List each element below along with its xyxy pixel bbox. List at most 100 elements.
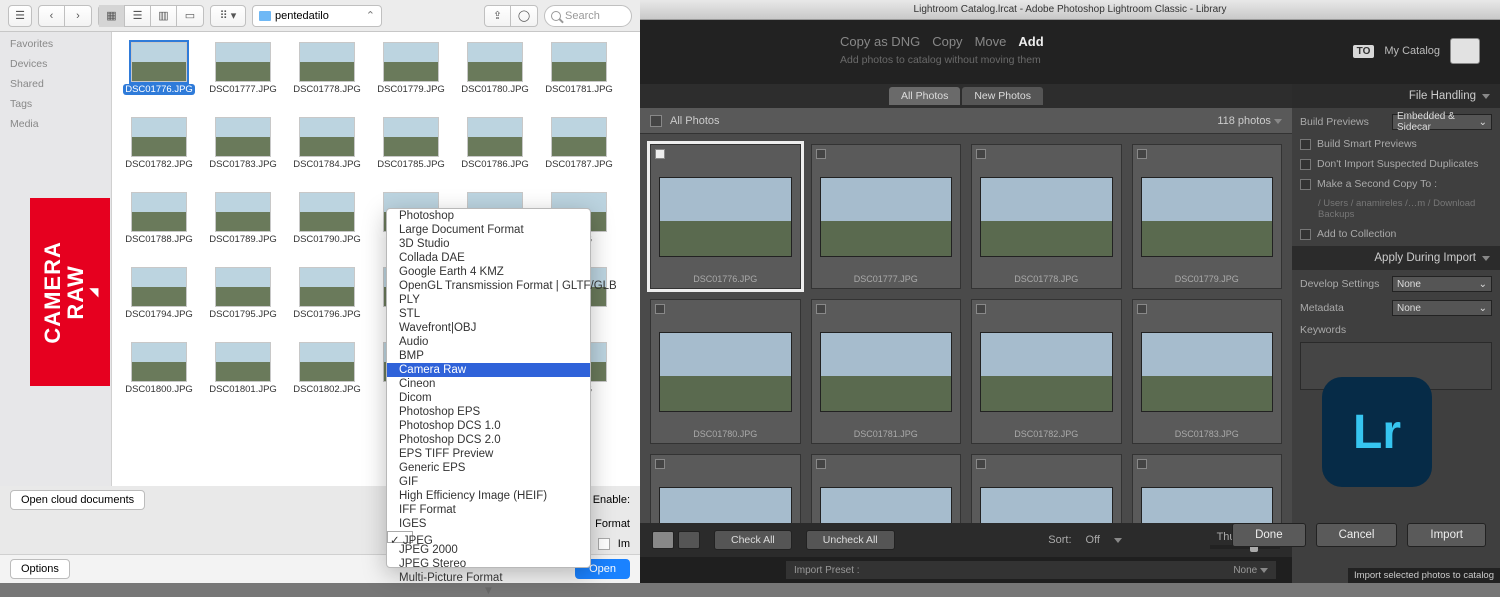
import-thumb[interactable]: DSC01781.JPG	[811, 299, 962, 444]
options-button[interactable]: Options	[10, 559, 70, 579]
image-sequence-checkbox[interactable]	[598, 538, 610, 550]
apply-during-header[interactable]: Apply During Import	[1292, 246, 1500, 270]
format-menu-item[interactable]: Wavefront|OBJ	[387, 321, 590, 335]
thumb-checkbox[interactable]	[816, 459, 826, 469]
import-thumb[interactable]	[1132, 454, 1283, 523]
thumb-checkbox[interactable]	[976, 459, 986, 469]
no-dupes-checkbox[interactable]	[1300, 159, 1311, 170]
format-menu-item[interactable]: Cineon	[387, 377, 590, 391]
format-menu-item[interactable]: Audio	[387, 335, 590, 349]
format-menu-item[interactable]: IGES	[387, 517, 590, 531]
import-thumb[interactable]: DSC01779.JPG	[1132, 144, 1283, 289]
develop-dropdown[interactable]: None⌄	[1392, 276, 1492, 292]
cancel-button[interactable]: Cancel	[1316, 523, 1398, 547]
format-menu-item[interactable]: IFF Format	[387, 503, 590, 517]
format-menu-item[interactable]: Google Earth 4 KMZ	[387, 265, 590, 279]
thumb-checkbox[interactable]	[1137, 304, 1147, 314]
file-thumb[interactable]: DSC01776.JPG	[118, 42, 200, 95]
menu-scroll-down-icon[interactable]: ▼	[387, 585, 590, 597]
file-thumb[interactable]: DSC01800.JPG	[118, 342, 200, 395]
import-thumb[interactable]	[650, 454, 801, 523]
add-collection-checkbox[interactable]	[1300, 229, 1311, 240]
file-thumb[interactable]: DSC01794.JPG	[118, 267, 200, 320]
build-previews-dropdown[interactable]: Embedded & Sidecar⌄	[1392, 114, 1492, 130]
format-menu-item[interactable]: EPS TIFF Preview	[387, 447, 590, 461]
file-thumb[interactable]: DSC01777.JPG	[202, 42, 284, 95]
import-thumb[interactable]: DSC01776.JPG	[650, 144, 801, 289]
format-menu-item[interactable]: Photoshop DCS 1.0	[387, 419, 590, 433]
file-thumb[interactable]: DSC01784.JPG	[286, 117, 368, 170]
file-thumb[interactable]: DSC01780.JPG	[454, 42, 536, 95]
file-thumb[interactable]: DSC01787.JPG	[538, 117, 620, 170]
format-menu-item[interactable]: JPEG Stereo	[387, 557, 590, 571]
file-thumb[interactable]: DSC01783.JPG	[202, 117, 284, 170]
format-menu-item[interactable]: Large Document Format	[387, 223, 590, 237]
sidebar-section[interactable]: Shared	[10, 78, 101, 90]
import-thumb[interactable]	[971, 454, 1122, 523]
import-thumb[interactable]: DSC01778.JPG	[971, 144, 1122, 289]
import-thumb[interactable]: DSC01783.JPG	[1132, 299, 1283, 444]
back-button[interactable]: ‹	[39, 5, 65, 27]
second-copy-checkbox[interactable]	[1300, 179, 1311, 190]
file-thumb[interactable]: DSC01782.JPG	[118, 117, 200, 170]
sidebar-section[interactable]: Tags	[10, 98, 101, 110]
file-handling-header[interactable]: File Handling	[1292, 84, 1500, 108]
select-all-checkbox[interactable]	[650, 115, 662, 127]
format-menu-item[interactable]: JPEG 2000	[387, 543, 590, 557]
format-menu-item[interactable]: JPEG	[387, 531, 413, 543]
thumb-checkbox[interactable]	[655, 304, 665, 314]
tab-new-photos[interactable]: New Photos	[962, 87, 1043, 105]
format-menu-item[interactable]: OpenGL Transmission Format | GLTF/GLB	[387, 279, 590, 293]
import-thumb[interactable]: DSC01782.JPG	[971, 299, 1122, 444]
build-smart-checkbox[interactable]	[1300, 139, 1311, 150]
thumb-checkbox[interactable]	[1137, 459, 1147, 469]
file-thumb[interactable]: DSC01802.JPG	[286, 342, 368, 395]
file-thumb[interactable]: DSC01796.JPG	[286, 267, 368, 320]
format-menu-item[interactable]: PLY	[387, 293, 590, 307]
file-thumb[interactable]: DSC01785.JPG	[370, 117, 452, 170]
thumb-checkbox[interactable]	[655, 149, 665, 159]
sort-value[interactable]: Off	[1086, 534, 1100, 546]
format-menu-item[interactable]: Dicom	[387, 391, 590, 405]
loupe-view-icon[interactable]	[678, 531, 700, 549]
uncheck-all-button[interactable]: Uncheck All	[806, 530, 895, 550]
file-thumb[interactable]: DSC01778.JPG	[286, 42, 368, 95]
thumb-checkbox[interactable]	[816, 149, 826, 159]
import-preset-dropdown[interactable]: Import Preset : None	[786, 561, 1276, 579]
format-menu-item[interactable]: BMP	[387, 349, 590, 363]
forward-button[interactable]: ›	[65, 5, 91, 27]
sidebar-toggle-button[interactable]: ☰	[8, 5, 32, 27]
file-thumb[interactable]: DSC01795.JPG	[202, 267, 284, 320]
format-menu-item[interactable]: 3D Studio	[387, 237, 590, 251]
format-menu-item[interactable]: Photoshop EPS	[387, 405, 590, 419]
import-mode-add[interactable]: Add	[1018, 34, 1043, 49]
share-button[interactable]: ⇪	[485, 5, 511, 27]
file-thumb[interactable]: DSC01801.JPG	[202, 342, 284, 395]
open-cloud-button[interactable]: Open cloud documents	[10, 490, 145, 510]
file-thumb[interactable]: DSC01790.JPG	[286, 192, 368, 245]
import-button[interactable]: Import	[1407, 523, 1486, 547]
import-mode-move[interactable]: Move	[975, 34, 1007, 49]
format-menu-item[interactable]: Photoshop	[387, 209, 590, 223]
format-menu-item[interactable]: Collada DAE	[387, 251, 590, 265]
metadata-dropdown[interactable]: None⌄	[1392, 300, 1492, 316]
file-thumb[interactable]: DSC01781.JPG	[538, 42, 620, 95]
thumb-checkbox[interactable]	[816, 304, 826, 314]
format-menu-item[interactable]: High Efficiency Image (HEIF)	[387, 489, 590, 503]
import-thumb[interactable]: DSC01780.JPG	[650, 299, 801, 444]
done-button[interactable]: Done	[1232, 523, 1306, 547]
format-dropdown-menu[interactable]: PhotoshopLarge Document Format3D StudioC…	[386, 208, 591, 568]
format-menu-item[interactable]: STL	[387, 307, 590, 321]
format-menu-item[interactable]: Generic EPS	[387, 461, 590, 475]
tab-all-photos[interactable]: All Photos	[889, 87, 960, 105]
thumb-checkbox[interactable]	[655, 459, 665, 469]
sidebar-section[interactable]: Devices	[10, 58, 101, 70]
thumb-checkbox[interactable]	[976, 304, 986, 314]
group-by-dropdown[interactable]: ⠿ ▾	[210, 5, 246, 27]
file-thumb[interactable]: DSC01789.JPG	[202, 192, 284, 245]
import-thumb[interactable]	[811, 454, 962, 523]
path-dropdown[interactable]: pentedatilo ⌃	[252, 5, 382, 27]
icon-view-button[interactable]: ▦	[99, 5, 125, 27]
import-mode-copy-as-dng[interactable]: Copy as DNG	[840, 34, 920, 49]
tags-button[interactable]: ◯	[511, 5, 537, 27]
